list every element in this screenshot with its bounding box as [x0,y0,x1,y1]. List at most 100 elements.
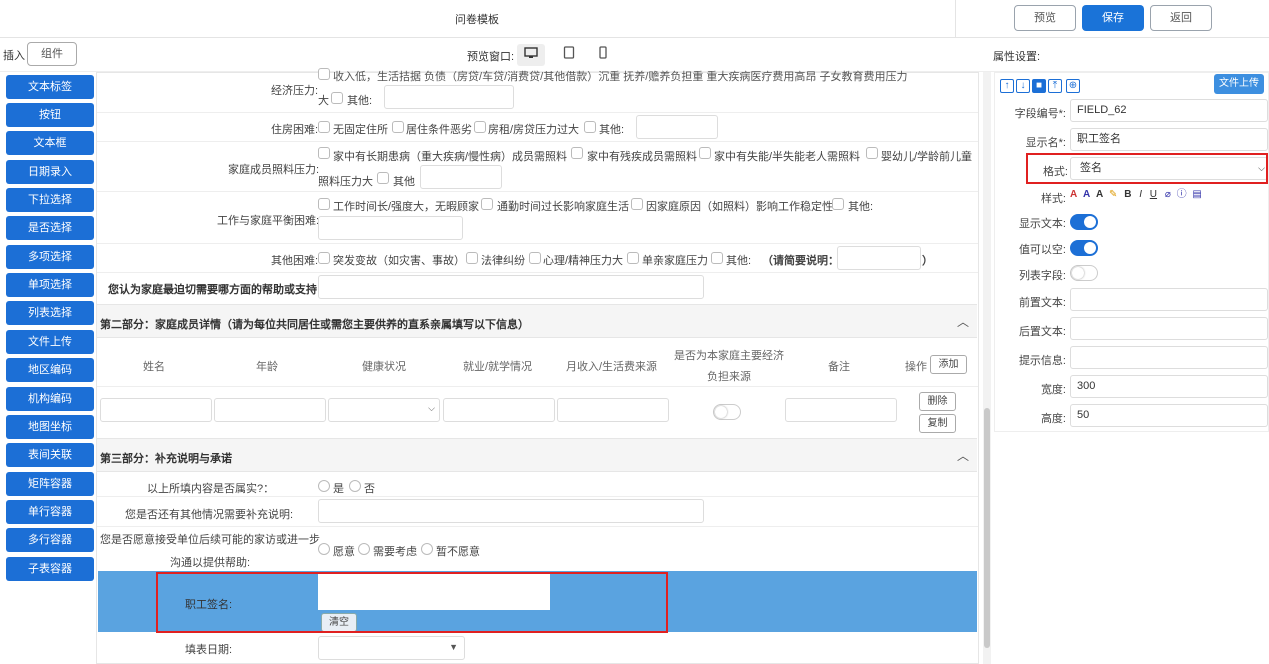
checkbox[interactable] [711,252,723,264]
height-input[interactable]: 50 [1070,404,1268,427]
care-other-input[interactable] [420,165,502,189]
chevron-up-icon[interactable]: ︿ [957,313,969,330]
radio-yes[interactable] [318,480,330,492]
checkbox[interactable] [318,198,330,210]
section2-header[interactable]: 第二部分：家庭成员详情（请为每位共同居住或需您主要供养的直系亲属填写以下信息） … [97,304,977,338]
form-scrollbar[interactable] [983,72,991,664]
radio-consider[interactable] [358,543,370,555]
suffix-input[interactable] [1070,317,1268,340]
sidebar-item-region[interactable]: 地区编码 [6,358,94,382]
delete-row-button[interactable]: 删除 [919,392,956,411]
prefix-input[interactable] [1070,288,1268,311]
tab-components[interactable]: 组件 [27,42,77,66]
checkbox[interactable] [699,147,711,159]
sidebar-item-singlerow[interactable]: 单行容器 [6,500,94,524]
sidebar-item-multiselect[interactable]: 多项选择 [6,245,94,269]
employment-cell-input[interactable] [443,398,555,422]
checkbox[interactable] [318,121,330,133]
info-icon[interactable]: ⓘ [1177,189,1187,200]
scrollbar-thumb[interactable] [984,408,990,648]
hint-input[interactable] [1070,346,1268,369]
age-cell-input[interactable] [214,398,326,422]
sidebar-item-date[interactable]: 日期录入 [6,160,94,184]
radio-no[interactable] [349,480,361,492]
economic-other-input[interactable] [384,85,514,109]
sidebar-item-map[interactable]: 地图坐标 [6,415,94,439]
checkbox[interactable] [529,252,541,264]
save-button[interactable]: 保存 [1082,5,1144,31]
date-input[interactable]: ▼ [318,636,465,660]
desktop-view-button[interactable] [517,44,545,66]
sidebar-item-text-label[interactable]: 文本标签 [6,75,94,99]
name-cell-input[interactable] [100,398,212,422]
checkbox[interactable] [392,121,404,133]
worklife-other-input[interactable] [318,216,463,240]
mobile-view-button[interactable] [589,44,617,66]
underline-icon[interactable]: U [1150,189,1157,200]
checkbox[interactable] [377,172,389,184]
health-cell-select[interactable]: ⌵ [328,398,440,422]
sidebar-item-listselect[interactable]: 列表选择 [6,301,94,325]
sidebar-item-singleselect[interactable]: 单项选择 [6,273,94,297]
sidebar-item-yesno[interactable]: 是否选择 [6,216,94,240]
table-icon[interactable]: ▤ [1192,189,1201,200]
checkbox[interactable] [474,121,486,133]
checkbox[interactable] [481,198,493,210]
field-code-input[interactable]: FIELD_62 [1070,99,1268,122]
back-button[interactable]: 返回 [1150,5,1212,31]
othertrouble-note-input[interactable] [837,246,921,270]
display-name-input[interactable]: 职工签名 [1070,128,1268,151]
checkbox[interactable] [318,68,330,80]
section3-header[interactable]: 第三部分：补充说明与承诺 ︿ [97,438,977,472]
sidebar-item-fileupload[interactable]: 文件上传 [6,330,94,354]
sidebar-item-dropdown[interactable]: 下拉选择 [6,188,94,212]
list-field-toggle[interactable] [1070,265,1098,281]
move-down-icon[interactable]: ↓ [1016,79,1030,93]
add-row-button[interactable]: 添加 [930,355,967,374]
nullable-toggle[interactable] [1070,240,1098,256]
remark-cell-input[interactable] [785,398,897,422]
checkbox[interactable] [466,252,478,264]
copy-row-button[interactable]: 复制 [919,414,956,433]
font-shrink-icon[interactable]: A [1096,189,1103,200]
sidebar-item-org[interactable]: 机构编码 [6,387,94,411]
highlight-icon[interactable]: ✎ [1109,189,1117,200]
chevron-up-icon[interactable]: ︿ [957,447,969,464]
move-up-icon[interactable]: ↑ [1000,79,1014,93]
preview-button[interactable]: 预览 [1014,5,1076,31]
delete-icon[interactable]: ■ [1032,79,1046,93]
checkbox[interactable] [331,92,343,104]
checkbox[interactable] [571,147,583,159]
checkbox[interactable] [627,252,639,264]
checkbox[interactable] [631,198,643,210]
checkbox[interactable] [832,198,844,210]
move-top-icon[interactable]: ⤒ [1048,79,1062,93]
supplement-input[interactable] [318,499,704,523]
sidebar-item-multirow[interactable]: 多行容器 [6,528,94,552]
checkbox[interactable] [318,147,330,159]
income-cell-input[interactable] [557,398,669,422]
width-input[interactable]: 300 [1070,375,1268,398]
sidebar-item-subtable[interactable]: 子表容器 [6,557,94,581]
tablet-view-button[interactable] [555,44,583,66]
eraser-icon[interactable]: ⌀ [1165,189,1171,200]
help-question-input[interactable] [318,275,704,299]
font-color-icon[interactable]: A [1070,189,1077,200]
radio-decline[interactable] [421,543,433,555]
checkbox[interactable] [584,121,596,133]
target-icon[interactable]: ⊕ [1066,79,1080,93]
font-size-icon[interactable]: A [1083,189,1090,200]
sidebar-item-matrix[interactable]: 矩阵容器 [6,472,94,496]
burden-toggle[interactable] [713,404,741,420]
radio-willing[interactable] [318,543,330,555]
sidebar-item-textbox[interactable]: 文本框 [6,131,94,155]
housing-other-input[interactable] [636,115,718,139]
sidebar-item-button[interactable]: 按钮 [6,103,94,127]
checkbox[interactable] [318,252,330,264]
italic-icon[interactable]: I [1139,189,1142,200]
file-upload-button[interactable]: 文件上传 [1214,74,1264,94]
sidebar-item-relation[interactable]: 表间关联 [6,443,94,467]
show-text-toggle[interactable] [1070,214,1098,230]
bold-icon[interactable]: B [1124,189,1131,200]
checkbox[interactable] [866,147,878,159]
